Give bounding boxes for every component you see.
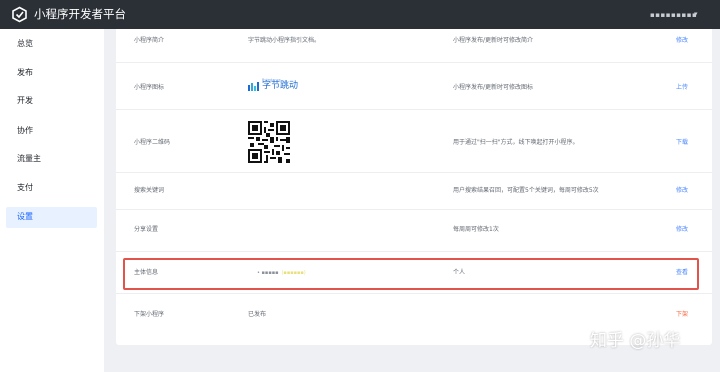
row-desc-qrcode: 用于通过"扫一扫"方式，线下唤起打开小程序。 [453, 139, 579, 146]
divider [116, 209, 712, 210]
account-name[interactable]: ▪▪▪▪▪▪▪▪▪ [650, 11, 697, 19]
bytedance-logo-icon [248, 82, 259, 91]
row-desc-share: 每周周可修改1次 [453, 226, 499, 233]
divider [116, 293, 712, 294]
sidebar-item-label: 协作 [17, 126, 33, 135]
row-value-intro: 字节跳动小程序指引文档。 [248, 37, 321, 44]
sidebar-item-overview[interactable]: 总览 [6, 34, 97, 55]
download-qrcode-button[interactable]: 下载 [676, 139, 688, 147]
row-label-intro: 小程序简介 [134, 37, 165, 44]
sidebar-item-label: 发布 [17, 68, 33, 77]
sidebar-item-publish[interactable]: 发布 [6, 63, 97, 84]
divider [116, 109, 712, 110]
edit-keywords-button[interactable]: 修改 [676, 187, 688, 195]
sidebar-item-settings[interactable]: 设置 [6, 207, 97, 228]
sidebar-item-label: 流量主 [17, 154, 41, 163]
divider [116, 251, 712, 252]
sidebar-item-label: 开发 [17, 96, 33, 105]
edit-share-button[interactable]: 修改 [676, 226, 688, 234]
sidebar-item-develop[interactable]: 开发 [6, 91, 97, 112]
highlight-box [123, 258, 699, 290]
row-label-keywords: 搜索关键词 [134, 187, 165, 194]
sidebar-item-label: 支付 [17, 183, 33, 192]
settings-panel: 小程序简介 字节跳动小程序指引文档。 小程序发布/更新时可修改简介 修改 小程序… [116, 29, 712, 345]
sidebar-item-payment[interactable]: 支付 [6, 178, 97, 199]
divider [116, 62, 712, 63]
qr-code-icon [248, 121, 290, 163]
platform-logo-icon[interactable] [11, 6, 28, 23]
app-title: 小程序开发者平台 [34, 7, 126, 21]
row-desc-keywords: 用户搜索结果召回，可配置5个关键词，每周可修改5次 [453, 187, 599, 194]
row-label-share: 分享设置 [134, 226, 159, 233]
sidebar-item-label: 设置 [17, 212, 33, 221]
unpublish-button[interactable]: 下架 [676, 311, 688, 319]
row-desc-intro: 小程序发布/更新时可修改简介 [453, 37, 534, 44]
row-value-unpublish: 已发布 [248, 311, 267, 318]
top-bar: 小程序开发者平台 ▪▪▪▪▪▪▪▪▪ ▾ [0, 0, 720, 29]
sidebar-item-label: 总览 [17, 39, 33, 48]
sidebar-item-traffic[interactable]: 流量主 [6, 149, 97, 170]
edit-intro-button[interactable]: 修改 [676, 37, 688, 45]
row-label-qrcode: 小程序二维码 [134, 139, 171, 146]
watermark: 知乎 @孙华 [590, 331, 681, 351]
upload-icon-button[interactable]: 上传 [676, 84, 688, 92]
chevron-down-icon[interactable]: ▾ [694, 10, 698, 18]
sidebar-item-collaborate[interactable]: 协作 [6, 121, 97, 142]
row-label-icon: 小程序图标 [134, 84, 165, 91]
row-desc-icon: 小程序发布/更新时可修改图标 [453, 84, 534, 91]
row-label-unpublish: 下架小程序 [134, 311, 165, 318]
divider [116, 172, 712, 173]
brand-logo-chinese: 字节跳动 [262, 81, 299, 91]
sidebar: 总览 发布 开发 协作 流量主 支付 设置 [0, 29, 104, 372]
